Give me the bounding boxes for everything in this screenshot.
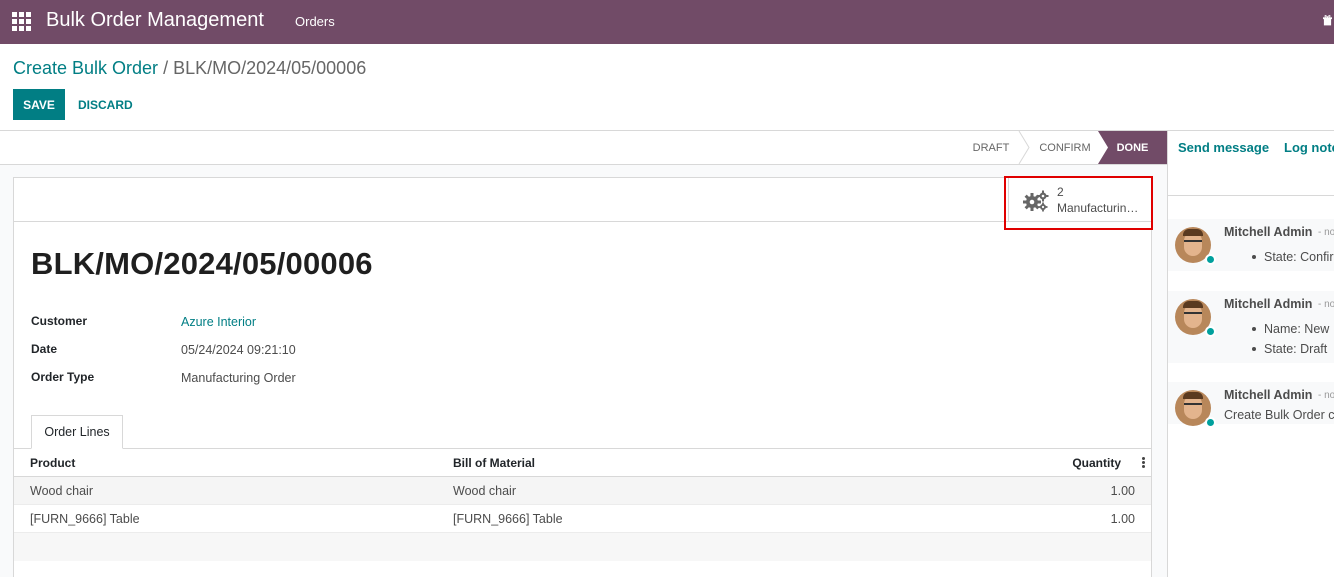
date-label: Date: [31, 342, 58, 356]
app-title[interactable]: Bulk Order Management: [46, 9, 264, 32]
stage-done[interactable]: DONE: [1098, 131, 1167, 164]
breadcrumb-parent-link[interactable]: Create Bulk Order: [13, 58, 158, 78]
breadcrumb-current: BLK/MO/2024/05/00006: [173, 58, 367, 78]
log-note-button[interactable]: Log note: [1284, 140, 1334, 155]
cell-product: [FURN_9666] Table: [30, 512, 140, 526]
message-body: Create Bulk Order c: [1224, 408, 1334, 422]
send-message-button[interactable]: Send message: [1178, 140, 1269, 155]
tracking-value: State: Confir: [1264, 250, 1334, 264]
smart-button-label: Manufacturin…: [1057, 201, 1139, 215]
order-lines-table: Product Bill of Material Quantity Wood c…: [14, 449, 1151, 561]
message-author[interactable]: Mitchell Admin: [1224, 225, 1312, 239]
gift-icon[interactable]: [1323, 14, 1332, 26]
message-author[interactable]: Mitchell Admin: [1224, 388, 1312, 402]
form-sheet: 2 Manufacturin… BLK/MO/2024/05/00006 Cus…: [13, 177, 1152, 577]
cell-bom: [FURN_9666] Table: [453, 512, 563, 526]
message-date: - no: [1318, 227, 1334, 238]
column-options-icon[interactable]: [1142, 457, 1145, 469]
stage-draft[interactable]: DRAFT: [958, 131, 1024, 164]
bullet-icon: [1252, 347, 1256, 351]
smart-button-box: 2 Manufacturin…: [14, 178, 1151, 222]
chatter-topbar: Send message Log note: [1168, 131, 1334, 196]
cell-quantity: 1.00: [1110, 484, 1135, 498]
breadcrumb-separator: /: [158, 58, 174, 78]
table-empty-row: [14, 533, 1151, 561]
header-product[interactable]: Product: [30, 456, 75, 470]
apps-menu-icon[interactable]: [12, 12, 31, 31]
date-field[interactable]: 05/24/2024 09:21:10: [181, 343, 296, 357]
header-bill-of-material[interactable]: Bill of Material: [453, 456, 535, 470]
gears-icon: [1023, 190, 1049, 212]
table-header: Product Bill of Material Quantity: [14, 449, 1151, 477]
menu-orders[interactable]: Orders: [295, 14, 335, 29]
cell-bom: Wood chair: [453, 484, 516, 498]
customer-field[interactable]: Azure Interior: [181, 315, 256, 329]
chatter-message: Mitchell Admin - no Create Bulk Order c: [1168, 382, 1334, 428]
order-type-field[interactable]: Manufacturing Order: [181, 371, 296, 385]
online-status-icon: [1205, 326, 1216, 337]
breadcrumb: Create Bulk Order / BLK/MO/2024/05/00006: [13, 58, 366, 79]
tab-order-lines[interactable]: Order Lines: [31, 415, 123, 449]
record-title: BLK/MO/2024/05/00006: [31, 246, 373, 281]
bullet-icon: [1252, 327, 1256, 331]
statusbar: DRAFT CONFIRM DONE: [0, 131, 1167, 165]
online-status-icon: [1205, 417, 1216, 428]
avatar[interactable]: [1175, 390, 1216, 428]
header-quantity[interactable]: Quantity: [1072, 456, 1121, 470]
bullet-icon: [1252, 255, 1256, 259]
tracking-value: State: Draft: [1264, 342, 1328, 356]
chatter-message: Mitchell Admin - no State: Confir: [1168, 219, 1334, 271]
smart-button-count: 2: [1057, 185, 1064, 199]
avatar[interactable]: [1175, 227, 1216, 265]
online-status-icon: [1205, 254, 1216, 265]
message-author[interactable]: Mitchell Admin: [1224, 297, 1312, 311]
chatter-panel: Send message Log note Mitchell Admin - n…: [1167, 131, 1334, 577]
cell-quantity: 1.00: [1110, 512, 1135, 526]
stage-confirm[interactable]: CONFIRM: [1024, 131, 1106, 164]
message-date: - no: [1318, 299, 1334, 310]
avatar[interactable]: [1175, 299, 1216, 337]
chatter-message: Mitchell Admin - no Name: New State: Dra…: [1168, 291, 1334, 363]
message-date: - no: [1318, 390, 1334, 401]
table-row[interactable]: Wood chair Wood chair 1.00: [14, 477, 1151, 505]
top-navbar: Bulk Order Management Orders: [0, 0, 1334, 44]
manufacturing-orders-smart-button[interactable]: 2 Manufacturin…: [1008, 178, 1151, 222]
table-row[interactable]: [FURN_9666] Table [FURN_9666] Table 1.00: [14, 505, 1151, 533]
order-type-label: Order Type: [31, 370, 95, 384]
cell-product: Wood chair: [30, 484, 93, 498]
discard-button[interactable]: DISCARD: [78, 89, 133, 120]
tracking-value: Name: New: [1264, 322, 1330, 336]
customer-label: Customer: [31, 314, 88, 328]
save-button[interactable]: SAVE: [13, 89, 65, 120]
